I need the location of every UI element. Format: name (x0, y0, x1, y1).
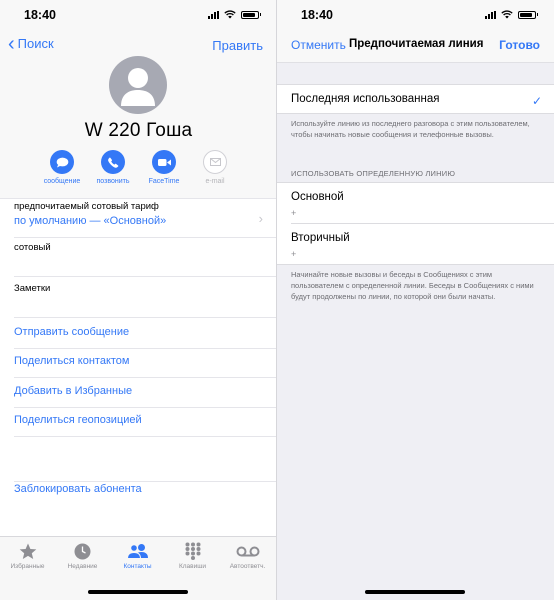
battery-icon (240, 10, 259, 19)
notes-label: Заметки (14, 283, 51, 294)
notes-row[interactable]: Заметки (14, 283, 277, 318)
cancel-button[interactable]: Отменить (291, 38, 346, 52)
section-header: ИСПОЛЬЗОВАТЬ ОПРЕДЕЛЕННУЮ ЛИНИЮ (291, 169, 456, 178)
call-action-label: позвонить (96, 178, 130, 185)
contact-header: 18:40 ‹ Поиск Править W 220 Гоша сообщен… (0, 0, 277, 199)
tab-keypad-label: Клавиши (178, 563, 207, 570)
add-favorites-link[interactable]: Добавить в Избранные (14, 385, 277, 408)
call-action-button[interactable]: позвонить (89, 150, 137, 185)
last-used-note: Используйте линию из последнего разговор… (291, 119, 530, 139)
signal-icon (207, 10, 219, 19)
last-used-line-label: Последняя использованная (291, 93, 440, 105)
line-option-secondary-number: + (291, 249, 297, 259)
facetime-action-button[interactable]: FaceTime (140, 150, 188, 185)
clock-icon (74, 543, 91, 559)
star-icon (19, 543, 36, 559)
share-contact-link[interactable]: Поделиться контактом (14, 355, 277, 378)
preferred-line-header: 18:40 Отменить Предпочитаемая линия Гото… (277, 0, 554, 63)
tab-contacts[interactable]: Контакты (110, 541, 165, 570)
lines-note: Начинайте новые вызовы и беседы в Сообще… (291, 270, 534, 301)
tab-voicemail-label: Автоответч. (229, 563, 266, 570)
share-location-link[interactable]: Поделиться геопозицией (14, 414, 277, 437)
page-title: Предпочитаемая линия (349, 38, 484, 50)
back-button[interactable]: ‹ Поиск (8, 32, 54, 55)
contacts-icon (126, 544, 148, 559)
tab-contacts-label: Контакты (123, 563, 152, 570)
tab-keypad[interactable]: Клавиши (165, 541, 220, 570)
line-option-primary[interactable]: Основной + (277, 183, 554, 223)
wifi-icon (223, 10, 236, 19)
preferred-line-screen: 18:40 Отменить Предпочитаемая линия Гото… (277, 0, 554, 600)
video-camera-icon (157, 158, 171, 166)
home-indicator[interactable] (88, 590, 188, 594)
message-bubble-icon (56, 157, 68, 167)
quick-actions: сообщение позвонить FaceTime e-mail (38, 150, 239, 185)
status-time: 18:40 (24, 8, 56, 22)
home-indicator[interactable] (365, 590, 465, 594)
contact-card-screen: 18:40 ‹ Поиск Править W 220 Гоша сообщен… (0, 0, 277, 600)
status-bar: 18:40 (277, 0, 554, 30)
email-action-button[interactable]: e-mail (191, 150, 239, 185)
phone-icon (107, 157, 118, 168)
mail-icon (209, 158, 221, 166)
chevron-left-icon: ‹ (8, 32, 15, 55)
status-bar: 18:40 (0, 0, 277, 30)
cellular-label: сотовый (14, 242, 51, 253)
preferred-tariff-value: по умолчанию — «Основной» (14, 215, 167, 227)
tab-favorites-label: Избранные (10, 563, 45, 570)
tab-voicemail[interactable]: Автоответч. (220, 541, 275, 570)
tab-recents[interactable]: Недавние (55, 541, 110, 570)
line-option-secondary[interactable]: Вторичный + (277, 224, 554, 264)
preferred-tariff-label: предпочитаемый сотовый тариф (14, 201, 159, 212)
done-button[interactable]: Готово (499, 38, 540, 52)
voicemail-icon (236, 546, 259, 556)
avatar (109, 56, 167, 114)
facetime-action-label: FaceTime (148, 178, 180, 185)
tab-bar: Избранные Недавние Контакты Клавиши Авто… (0, 536, 277, 600)
wifi-icon (500, 10, 513, 19)
last-used-line-option[interactable]: Последняя использованная ✓ (277, 84, 554, 114)
specific-lines-group: Основной + Вторичный + (277, 182, 554, 265)
chevron-right-icon: › (258, 211, 263, 226)
checkmark-icon: ✓ (531, 94, 542, 108)
status-time: 18:40 (301, 8, 333, 22)
message-action-label: сообщение (43, 178, 81, 185)
back-label: Поиск (17, 36, 54, 51)
tab-recents-label: Недавние (67, 563, 98, 570)
message-action-button[interactable]: сообщение (38, 150, 86, 185)
line-option-primary-number: + (291, 208, 297, 218)
send-message-link[interactable]: Отправить сообщение (14, 326, 277, 349)
line-option-secondary-label: Вторичный (291, 232, 350, 244)
signal-icon (484, 10, 496, 19)
keypad-icon (185, 542, 200, 560)
person-silhouette-icon (121, 68, 155, 106)
email-action-label: e-mail (205, 178, 225, 185)
preferred-tariff-row[interactable]: предпочитаемый сотовый тариф по умолчани… (14, 201, 277, 238)
battery-icon (517, 10, 536, 19)
block-caller-link[interactable]: Заблокировать абонента (14, 481, 277, 505)
tab-favorites[interactable]: Избранные (0, 541, 55, 570)
cellular-row[interactable]: сотовый (14, 242, 277, 277)
line-option-primary-label: Основной (291, 191, 344, 203)
edit-button[interactable]: Править (212, 38, 263, 53)
contact-name: W 220 Гоша (84, 120, 193, 141)
